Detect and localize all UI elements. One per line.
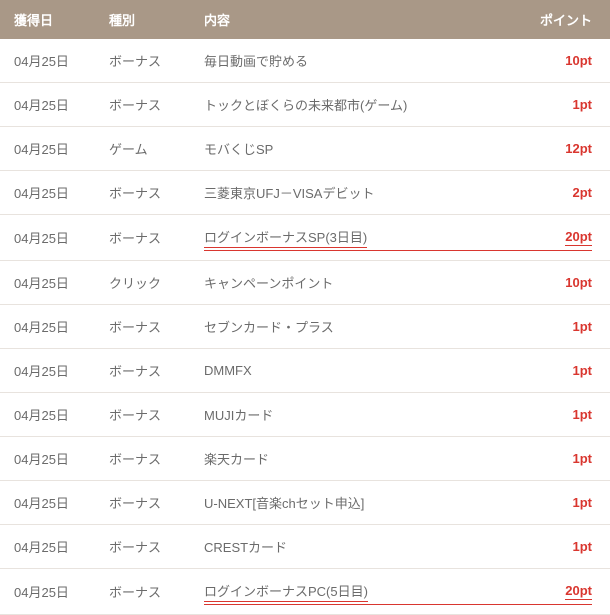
desc-text: 毎日動画で貯める (204, 54, 308, 69)
table-row: 04月25日ボーナス三菱東京UFJ－VISAデビット 2pt (0, 171, 610, 215)
cell-points: 12pt (515, 127, 610, 171)
cell-date: 04月25日 (0, 83, 95, 127)
points-text: 1pt (573, 319, 593, 334)
cell-date: 04月25日 (0, 569, 95, 615)
cell-kind: ボーナス (95, 215, 190, 261)
cell-date: 04月25日 (0, 437, 95, 481)
table-row: 04月25日クリックキャンペーンポイント 10pt (0, 261, 610, 305)
desc-text: ログインボーナスPC(5日目) (204, 581, 368, 602)
cell-date: 04月25日 (0, 127, 95, 171)
cell-date: 04月25日 (0, 525, 95, 569)
cell-points: 20pt (515, 215, 610, 261)
desc-text: DMMFX (204, 363, 252, 378)
table-row: 04月25日ボーナスログインボーナスSP(3日目) 20pt (0, 215, 610, 261)
cell-kind: クリック (95, 261, 190, 305)
cell-desc: ログインボーナスPC(5日目) (190, 569, 515, 615)
points-text: 1pt (573, 539, 593, 554)
header-kind: 種別 (95, 0, 190, 39)
desc-text: トックとぼくらの未来都市(ゲーム) (204, 98, 407, 113)
cell-points: 1pt (515, 83, 610, 127)
table-header-row: 獲得日 種別 内容 ポイント (0, 0, 610, 39)
cell-points: 1pt (515, 525, 610, 569)
points-text: 2pt (573, 185, 593, 200)
cell-kind: ボーナス (95, 393, 190, 437)
cell-date: 04月25日 (0, 39, 95, 83)
cell-desc: 三菱東京UFJ－VISAデビット (190, 171, 515, 215)
desc-text: U-NEXT[音楽chセット申込] (204, 496, 364, 511)
cell-desc: トックとぼくらの未来都市(ゲーム) (190, 83, 515, 127)
table-row: 04月25日ボーナス CRESTカード 1pt (0, 525, 610, 569)
cell-points: 10pt (515, 261, 610, 305)
table-row: 04月25日ボーナストックとぼくらの未来都市(ゲーム) 1pt (0, 83, 610, 127)
cell-kind: ボーナス (95, 569, 190, 615)
cell-date: 04月25日 (0, 481, 95, 525)
cell-kind: ボーナス (95, 171, 190, 215)
points-text: 12pt (565, 141, 592, 156)
cell-points: 1pt (515, 349, 610, 393)
cell-date: 04月25日 (0, 393, 95, 437)
desc-text: CRESTカード (204, 540, 287, 555)
desc-text: 三菱東京UFJ－VISAデビット (204, 186, 374, 201)
cell-desc: 楽天カード (190, 437, 515, 481)
points-text: 10pt (565, 53, 592, 68)
cell-desc: 毎日動画で貯める (190, 39, 515, 83)
cell-desc: CRESTカード (190, 525, 515, 569)
desc-text: MUJIカード (204, 408, 273, 423)
cell-date: 04月25日 (0, 261, 95, 305)
cell-date: 04月25日 (0, 171, 95, 215)
points-text: 1pt (573, 407, 593, 422)
table-row: 04月25日ボーナス MUJIカード 1pt (0, 393, 610, 437)
cell-points: 20pt (515, 569, 610, 615)
cell-desc: U-NEXT[音楽chセット申込] (190, 481, 515, 525)
cell-desc: DMMFX (190, 349, 515, 393)
cell-kind: ボーナス (95, 39, 190, 83)
points-text: 1pt (573, 97, 593, 112)
desc-text: モバくじSP (204, 142, 273, 157)
cell-kind: ボーナス (95, 525, 190, 569)
cell-date: 04月25日 (0, 349, 95, 393)
table-row: 04月25日ゲームモバくじSP 12pt (0, 127, 610, 171)
points-text: 20pt (565, 229, 592, 246)
header-desc: 内容 (190, 0, 515, 39)
points-text: 1pt (573, 451, 593, 466)
table-row: 04月25日ボーナス楽天カード 1pt (0, 437, 610, 481)
desc-text: セブンカード・プラス (204, 320, 334, 335)
table-row: 04月25日ボーナスログインボーナスPC(5日目) 20pt (0, 569, 610, 615)
cell-desc: モバくじSP (190, 127, 515, 171)
cell-kind: ボーナス (95, 481, 190, 525)
cell-points: 1pt (515, 481, 610, 525)
header-points: ポイント (515, 0, 610, 39)
cell-kind: ボーナス (95, 83, 190, 127)
desc-text: キャンペーンポイント (204, 276, 333, 291)
table-row: 04月25日ボーナス毎日動画で貯める 10pt (0, 39, 610, 83)
points-text: 10pt (565, 275, 592, 290)
points-text: 20pt (565, 583, 592, 600)
cell-points: 1pt (515, 393, 610, 437)
cell-date: 04月25日 (0, 215, 95, 261)
cell-kind: ボーナス (95, 349, 190, 393)
cell-kind: ボーナス (95, 437, 190, 481)
desc-text: ログインボーナスSP(3日目) (204, 227, 367, 248)
cell-desc: セブンカード・プラス (190, 305, 515, 349)
cell-desc: ログインボーナスSP(3日目) (190, 215, 515, 261)
cell-desc: MUJIカード (190, 393, 515, 437)
cell-points: 2pt (515, 171, 610, 215)
cell-kind: ボーナス (95, 305, 190, 349)
table-row: 04月25日ボーナス U-NEXT[音楽chセット申込] 1pt (0, 481, 610, 525)
points-text: 1pt (573, 363, 593, 378)
points-history-table: 獲得日 種別 内容 ポイント 04月25日ボーナス毎日動画で貯める10pt04月… (0, 0, 610, 615)
points-history-panel: 獲得日 種別 内容 ポイント 04月25日ボーナス毎日動画で貯める10pt04月… (0, 0, 610, 615)
cell-points: 1pt (515, 437, 610, 481)
cell-kind: ゲーム (95, 127, 190, 171)
cell-points: 10pt (515, 39, 610, 83)
cell-points: 1pt (515, 305, 610, 349)
cell-date: 04月25日 (0, 305, 95, 349)
cell-desc: キャンペーンポイント (190, 261, 515, 305)
table-row: 04月25日ボーナス DMMFX 1pt (0, 349, 610, 393)
table-row: 04月25日ボーナスセブンカード・プラス 1pt (0, 305, 610, 349)
header-date: 獲得日 (0, 0, 95, 39)
desc-text: 楽天カード (204, 452, 269, 467)
points-text: 1pt (573, 495, 593, 510)
